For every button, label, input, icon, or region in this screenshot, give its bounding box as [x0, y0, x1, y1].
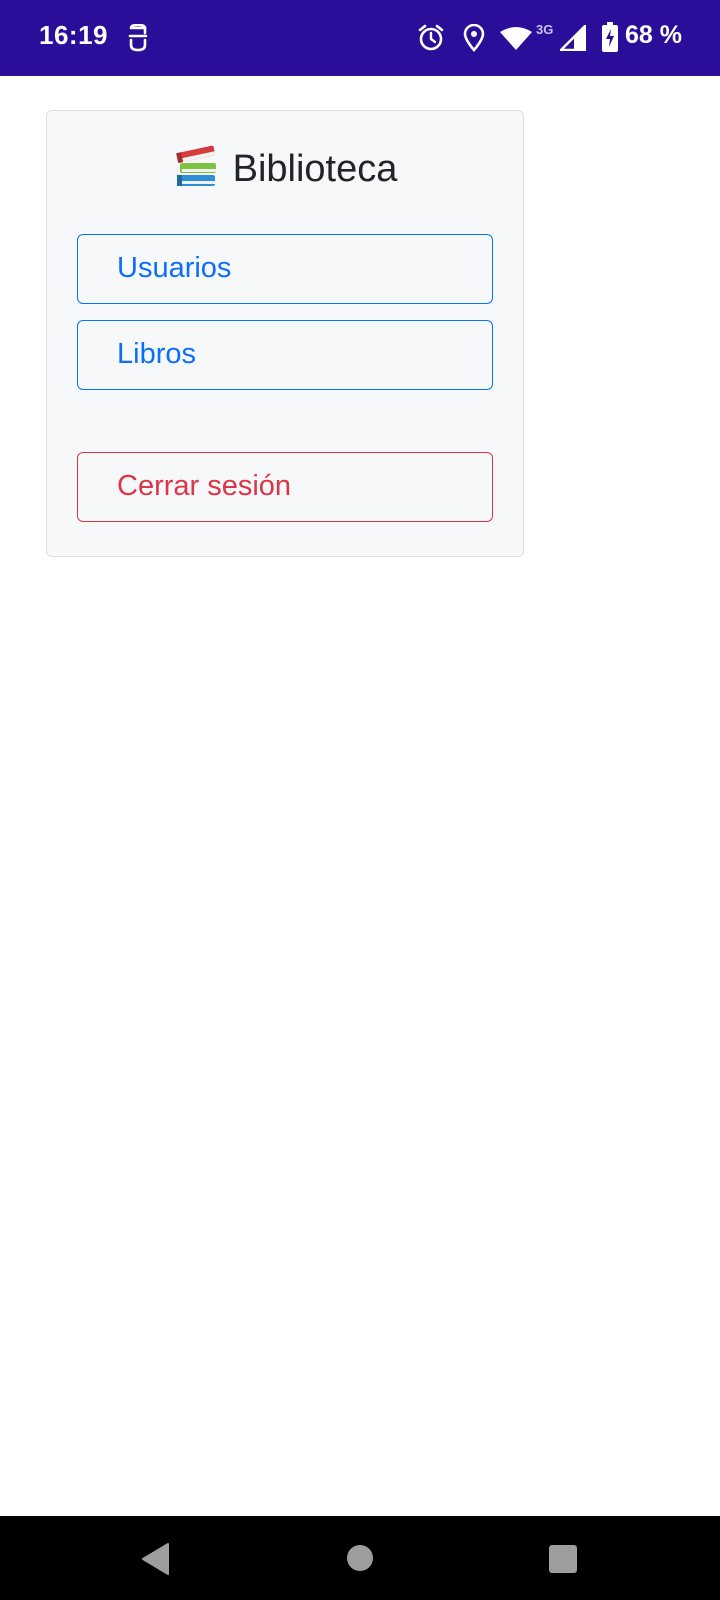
wifi-icon [500, 27, 532, 50]
books-icon [175, 145, 216, 186]
page-title: Biblioteca [232, 148, 398, 190]
back-icon[interactable] [140, 1542, 170, 1576]
menu-card: Biblioteca Usuarios Libros Cerrar sesión [46, 110, 524, 557]
card-header: Biblioteca [47, 141, 523, 193]
status-time: 16:19 [39, 20, 108, 50]
usuarios-button[interactable]: Usuarios [77, 234, 493, 304]
recents-icon[interactable] [548, 1544, 578, 1574]
libros-button[interactable]: Libros [77, 320, 493, 390]
status-bar: 16:19 3G 68 % [0, 0, 720, 76]
logout-button[interactable]: Cerrar sesión [77, 452, 493, 522]
battery-percent: 68 % [625, 21, 682, 49]
system-nav-bar [0, 1516, 720, 1600]
location-icon [463, 24, 485, 52]
home-icon[interactable] [346, 1544, 374, 1572]
alarm-icon [418, 24, 444, 51]
network-type-label: 3G [536, 22, 554, 37]
signal-icon [560, 25, 586, 51]
notification-icon [128, 24, 148, 52]
battery-charging-icon [602, 22, 618, 52]
